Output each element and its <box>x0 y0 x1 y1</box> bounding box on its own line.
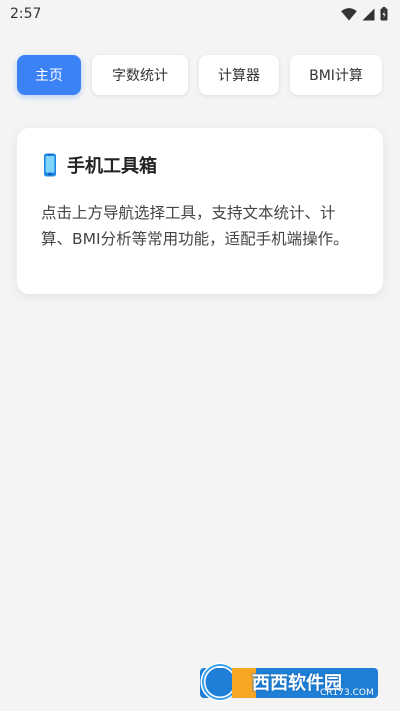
battery-icon <box>380 7 388 21</box>
intro-card: 手机工具箱 点击上方导航选择工具，支持文本统计、计算、BMI分析等常用功能，适配… <box>17 128 383 294</box>
signal-icon <box>362 8 375 20</box>
nav-word-count-button[interactable]: 字数统计 <box>92 55 188 95</box>
status-bar: 2:57 <box>0 0 400 28</box>
watermark-logo: 西西软件园 CR173.COM <box>198 662 382 702</box>
nav-bmi-button[interactable]: BMI计算 <box>290 55 382 95</box>
watermark-subtext: CR173.COM <box>320 688 374 698</box>
wifi-icon <box>341 7 357 20</box>
card-title: 手机工具箱 <box>67 156 157 177</box>
nav-calculator-button[interactable]: 计算器 <box>199 55 279 95</box>
top-nav: 主页 字数统计 计算器 BMI计算 <box>17 55 383 95</box>
card-description: 点击上方导航选择工具，支持文本统计、计算、BMI分析等常用功能，适配手机端操作。 <box>41 204 349 248</box>
status-time: 2:57 <box>10 6 42 22</box>
phone-icon <box>44 153 56 177</box>
nav-home-button[interactable]: 主页 <box>17 55 81 95</box>
card-header: 手机工具箱 <box>41 152 361 178</box>
status-icons <box>341 7 388 21</box>
